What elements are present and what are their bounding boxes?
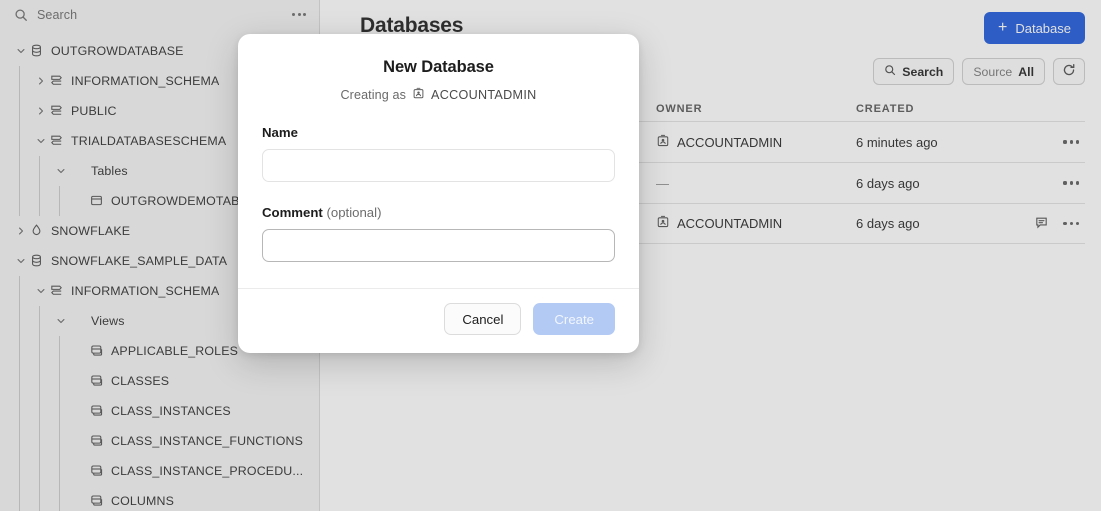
comment-field-group: Comment (optional) [262,205,615,262]
create-button[interactable]: Create [533,303,615,335]
cancel-button[interactable]: Cancel [444,303,521,335]
name-label: Name [262,125,615,140]
dialog-body: Name Comment (optional) [238,103,639,288]
comment-label: Comment (optional) [262,205,615,220]
comment-label-text: Comment [262,205,323,220]
name-input[interactable] [262,149,615,182]
new-database-dialog: New Database Creating as ACCOUNTADMIN Na… [238,34,639,353]
dialog-title: New Database [264,58,613,77]
name-field-group: Name [262,125,615,182]
creating-as-role: ACCOUNTADMIN [431,88,537,102]
creating-as-label: Creating as [340,88,406,102]
dialog-footer: Cancel Create [238,288,639,353]
comment-optional-text: (optional) [326,205,381,220]
comment-input[interactable] [262,229,615,262]
app-root: Search OUTGROWDATABASEINFORMATION_SCHEMA… [0,0,1101,511]
dialog-subtitle: Creating as ACCOUNTADMIN [264,87,613,103]
badge-icon [412,87,425,103]
dialog-header: New Database Creating as ACCOUNTADMIN [238,34,639,103]
